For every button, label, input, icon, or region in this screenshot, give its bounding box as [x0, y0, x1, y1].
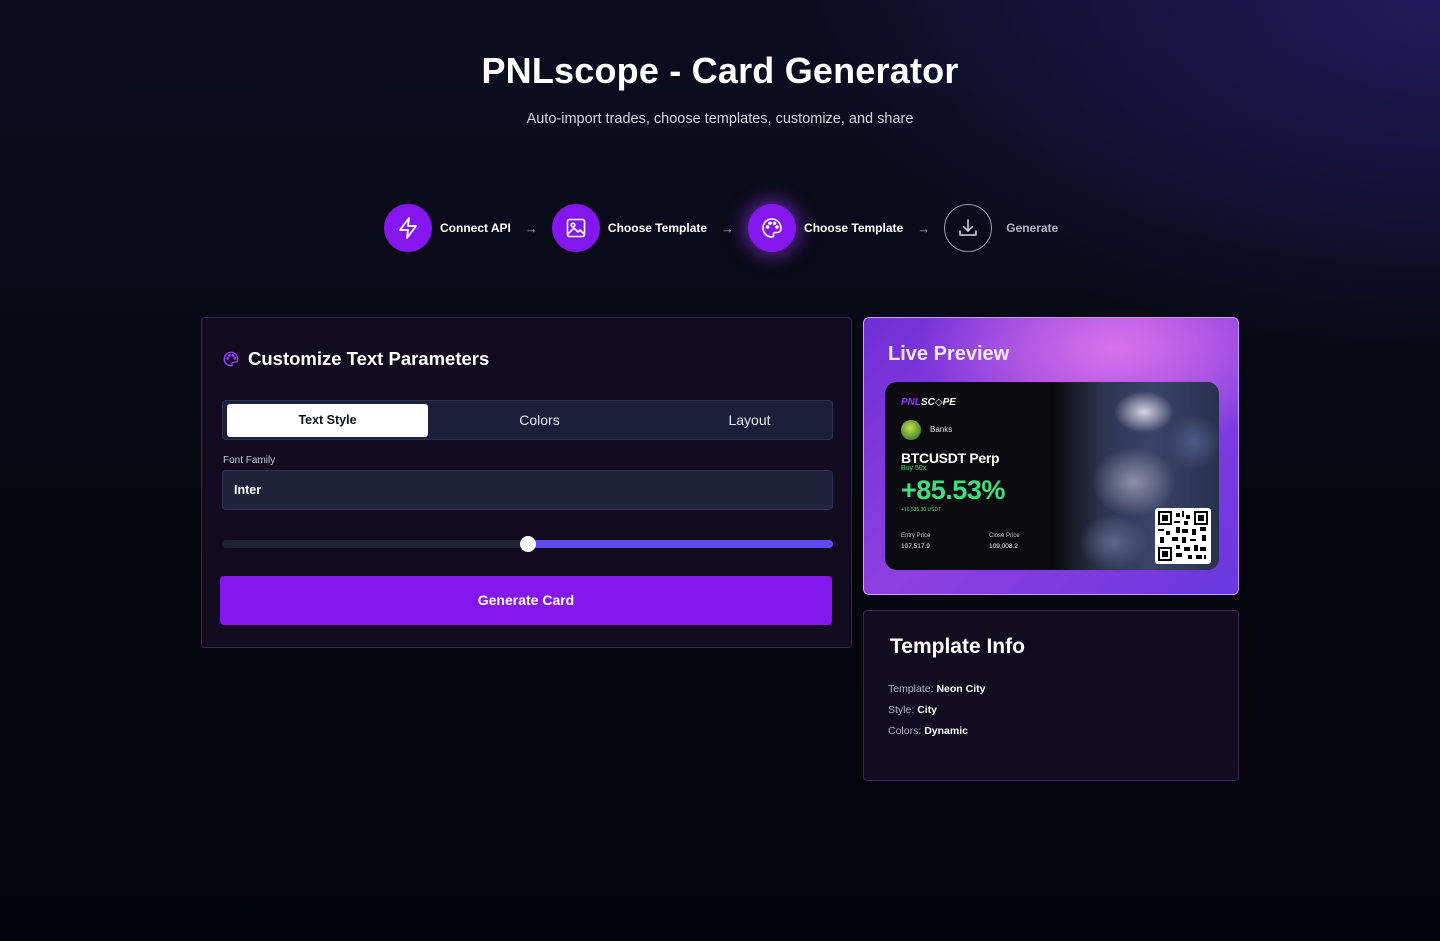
- template-info-row: Template: Neon City: [888, 683, 985, 695]
- template-info-row: Style: City: [888, 704, 937, 716]
- info-label: Style:: [888, 704, 915, 716]
- step-generate[interactable]: [944, 204, 993, 252]
- template-info-row: Colors: Dynamic: [888, 725, 968, 737]
- tab-text-style[interactable]: Text Style: [227, 404, 428, 437]
- tab-colors[interactable]: Colors: [438, 404, 641, 437]
- card-username: Banks: [930, 425, 953, 434]
- card-pnl-usdt: +10,535.30 USDT: [901, 507, 942, 513]
- size-slider[interactable]: [222, 536, 833, 552]
- step-choose-template[interactable]: [551, 204, 600, 252]
- live-preview-panel: Live Preview PNLSC◇PE Banks BTCUSDT Perp…: [863, 317, 1239, 595]
- palette-icon: [762, 218, 782, 238]
- info-value: Dynamic: [924, 725, 968, 737]
- tab-bar: Text Style Colors Layout: [222, 400, 833, 440]
- info-label: Colors:: [888, 725, 922, 737]
- slider-fill: [527, 540, 833, 548]
- font-family-select[interactable]: Inter: [222, 470, 833, 510]
- font-family-label: Font Family: [223, 455, 276, 466]
- arrow-right-icon: →: [524, 220, 538, 236]
- logo-part: PNL: [901, 397, 921, 408]
- card-pair: BTCUSDT Perp: [901, 450, 1000, 466]
- arrow-right-icon: →: [721, 220, 735, 236]
- card-side: Buy 50x: [901, 465, 927, 472]
- generate-card-button[interactable]: Generate Card: [220, 576, 832, 625]
- download-icon: [959, 219, 977, 236]
- info-value: City: [917, 704, 938, 716]
- entry-price-label: Entry Price: [901, 533, 931, 539]
- panel-title: Customize Text Parameters: [248, 348, 490, 369]
- card-pnl-percent: +85.53%: [901, 475, 1005, 505]
- page-title: PNLscope - Card Generator: [481, 50, 959, 91]
- template-info-title: Template Info: [890, 635, 1025, 658]
- image-icon: [566, 218, 586, 238]
- step-indicator: Connect API → Choose Template → Choose T…: [384, 204, 1058, 252]
- info-label: Template:: [888, 683, 934, 695]
- step-label: Choose Template: [804, 221, 904, 235]
- page-subtitle: Auto-import trades, choose templates, cu…: [526, 111, 914, 127]
- customize-panel: Customize Text Parameters Text Style Col…: [201, 317, 852, 648]
- pnl-card: PNLSC◇PE Banks BTCUSDT Perp Buy 50x +85.…: [885, 382, 1219, 570]
- avatar: [901, 420, 921, 440]
- close-price-label: Close Price: [989, 533, 1020, 539]
- step-label: Generate: [1006, 221, 1059, 235]
- tab-layout[interactable]: Layout: [643, 404, 856, 437]
- step-connect-api[interactable]: [384, 204, 432, 252]
- qr-code-icon: [1155, 508, 1211, 564]
- logo-part: SC◇PE: [921, 397, 956, 408]
- info-value: Neon City: [936, 683, 986, 695]
- template-info-panel: Template Info Template: Neon City Style:…: [863, 610, 1239, 781]
- entry-price-value: 107,517.9: [901, 543, 930, 550]
- panel-header: Customize Text Parameters: [222, 348, 489, 370]
- card-logo: PNLSC◇PE: [901, 397, 956, 408]
- step-customize[interactable]: [748, 204, 797, 252]
- arrow-right-icon: →: [917, 220, 931, 236]
- close-price-value: 109,008.2: [989, 543, 1018, 550]
- step-label: Connect API: [440, 221, 511, 235]
- palette-icon: [223, 351, 239, 367]
- slider-thumb[interactable]: [519, 536, 536, 552]
- step-label: Choose Template: [607, 221, 708, 235]
- lightning-icon: [399, 217, 417, 239]
- preview-title: Live Preview: [888, 343, 1010, 365]
